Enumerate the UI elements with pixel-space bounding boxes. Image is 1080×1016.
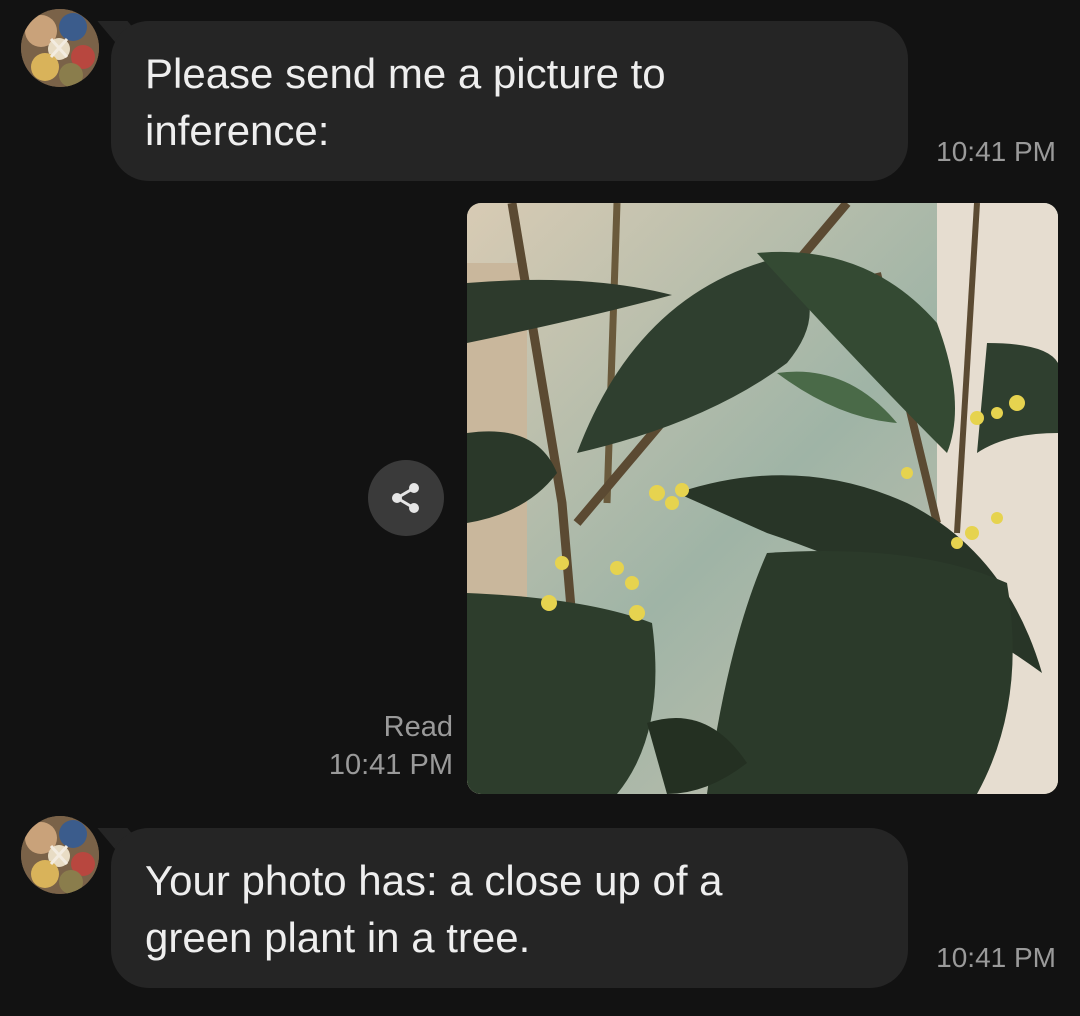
message-timestamp: 10:41 PM bbox=[936, 136, 1056, 167]
share-button[interactable] bbox=[368, 460, 444, 536]
read-receipt: Read bbox=[383, 711, 453, 743]
photo-timestamp: 10:41 PM bbox=[328, 749, 453, 781]
share-icon bbox=[392, 483, 419, 513]
avatar-image bbox=[21, 9, 99, 87]
sent-photo[interactable] bbox=[467, 203, 1058, 794]
message-status: Read 10:41 PM bbox=[329, 708, 453, 784]
message-text: Your photo has: a close up of a green pl… bbox=[145, 857, 723, 961]
incoming-message-bubble[interactable]: Please send me a picture to inference: bbox=[111, 21, 908, 181]
contact-avatar[interactable] bbox=[21, 9, 99, 87]
plant-photo-image bbox=[467, 203, 1058, 794]
message-text: Please send me a picture to inference: bbox=[145, 50, 666, 154]
contact-avatar[interactable] bbox=[21, 816, 99, 894]
incoming-message-bubble[interactable]: Your photo has: a close up of a green pl… bbox=[111, 828, 908, 988]
avatar-image bbox=[21, 816, 99, 894]
message-timestamp: 10:41 PM bbox=[936, 942, 1056, 973]
